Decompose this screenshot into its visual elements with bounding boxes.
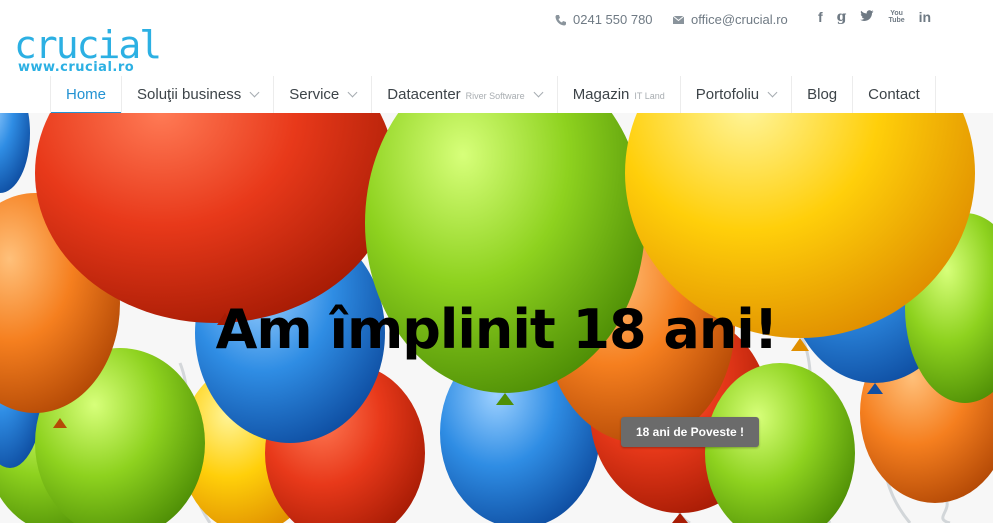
nav-item-label: Home bbox=[66, 86, 107, 103]
nav-item-home[interactable]: Home bbox=[50, 76, 123, 122]
nav-item-label: Magazin bbox=[572, 86, 630, 103]
nav-item-contact[interactable]: Contact bbox=[853, 76, 936, 113]
youtube-tube: Tube bbox=[888, 17, 905, 24]
chevron-down-icon bbox=[249, 87, 260, 98]
nav-item-datacenter[interactable]: Datacenter River Software bbox=[372, 76, 558, 113]
linkedin-icon[interactable]: in bbox=[919, 8, 931, 26]
nav-item-sublabel: River Software bbox=[465, 91, 525, 101]
nav-item-label: Soluţii business bbox=[137, 86, 242, 103]
nav-item-solutii-business[interactable]: Soluţii business bbox=[122, 76, 275, 113]
nav-item-label: Datacenter bbox=[387, 86, 461, 103]
contact-email[interactable]: office@crucial.ro bbox=[672, 12, 788, 27]
nav-item-service[interactable]: Service bbox=[274, 76, 373, 113]
hero-title: Am împlinit 18 ani! bbox=[215, 298, 779, 361]
nav-item-label: Blog bbox=[807, 86, 838, 103]
hero-cta-button[interactable]: 18 ani de Poveste ! bbox=[621, 417, 759, 447]
envelope-icon bbox=[672, 15, 685, 24]
site-header: crucial www.crucial.ro 0241 550 780 offi… bbox=[0, 0, 993, 122]
contact-phone[interactable]: 0241 550 780 bbox=[555, 12, 653, 27]
logo[interactable]: crucial www.crucial.ro bbox=[14, 26, 162, 78]
youtube-you: You bbox=[890, 10, 903, 17]
hero-slider: Am împlinit 18 ani! 18 ani de Poveste ! bbox=[0, 113, 993, 523]
nav-item-magazin[interactable]: Magazin IT Land bbox=[558, 76, 681, 113]
main-nav: Home Soluţii business Service Datacenter… bbox=[50, 76, 936, 122]
chevron-down-icon bbox=[347, 87, 358, 98]
nav-item-sublabel: IT Land bbox=[634, 91, 665, 101]
nav-item-label: Contact bbox=[868, 86, 920, 103]
logo-url: www.crucial.ro bbox=[18, 60, 135, 75]
nav-item-label: Service bbox=[289, 86, 340, 103]
google-plus-icon[interactable]: g bbox=[837, 8, 847, 26]
nav-item-blog[interactable]: Blog bbox=[792, 76, 854, 113]
twitter-icon[interactable] bbox=[860, 8, 874, 26]
chevron-down-icon bbox=[767, 87, 778, 98]
nav-item-portofoliu[interactable]: Portofoliu bbox=[681, 76, 793, 113]
facebook-icon[interactable]: f bbox=[818, 8, 823, 26]
youtube-icon[interactable]: You Tube bbox=[888, 10, 904, 24]
phone-icon bbox=[555, 14, 566, 25]
logo-wordmark: crucial bbox=[14, 23, 162, 67]
phone-number: 0241 550 780 bbox=[573, 12, 653, 27]
email-address: office@crucial.ro bbox=[691, 12, 788, 27]
social-links: f g You Tube in bbox=[818, 8, 931, 26]
nav-item-label: Portofoliu bbox=[695, 86, 760, 103]
chevron-down-icon bbox=[533, 87, 544, 98]
